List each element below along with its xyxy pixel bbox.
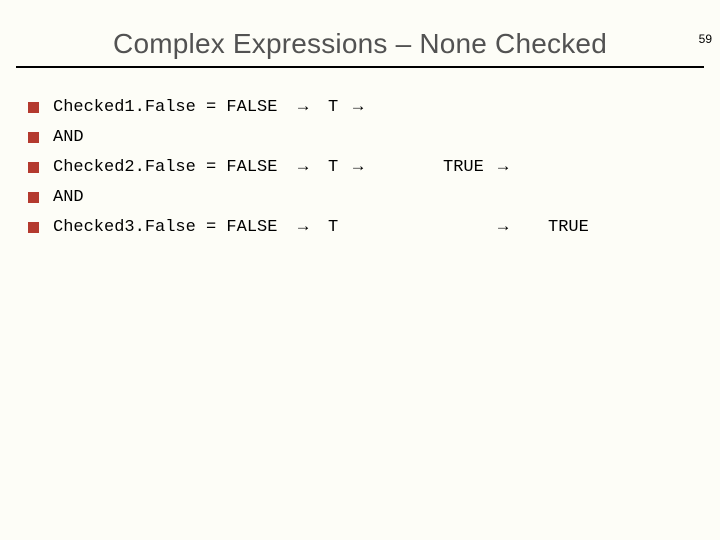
result-final: TRUE — [548, 218, 589, 237]
title-rule — [16, 66, 704, 68]
list-item: Checked1.False = FALSE → T → — [28, 92, 720, 122]
arrow-icon: → — [498, 158, 548, 177]
result-t: T — [328, 158, 353, 177]
bullet-icon — [28, 162, 39, 173]
arrow-icon: → — [298, 218, 328, 237]
list-item: Checked3.False = FALSE → T → TRUE — [28, 212, 720, 242]
expr-text: Checked3.False = FALSE — [53, 218, 298, 237]
arrow-icon: → — [498, 218, 548, 237]
bullet-icon — [28, 222, 39, 233]
result-t: T — [328, 98, 353, 117]
result-t: T — [328, 218, 353, 237]
list-item: AND — [28, 122, 720, 152]
bullet-icon — [28, 192, 39, 203]
bullet-icon — [28, 102, 39, 113]
expr-text: AND — [53, 128, 298, 147]
page-title: Complex Expressions – None Checked — [0, 28, 720, 60]
arrow-icon: → — [353, 158, 443, 177]
expr-text: AND — [53, 188, 298, 207]
arrow-icon: → — [298, 98, 328, 117]
bullet-icon — [28, 132, 39, 143]
page-number: 59 — [699, 32, 712, 46]
arrow-icon: → — [353, 98, 443, 117]
result-true: TRUE — [443, 158, 498, 177]
expr-text: Checked2.False = FALSE — [53, 158, 298, 177]
slide-content: Checked1.False = FALSE → T → AND Checked… — [28, 92, 720, 242]
expr-text: Checked1.False = FALSE — [53, 98, 298, 117]
list-item: Checked2.False = FALSE → T → TRUE → — [28, 152, 720, 182]
list-item: AND — [28, 182, 720, 212]
arrow-icon: → — [298, 158, 328, 177]
